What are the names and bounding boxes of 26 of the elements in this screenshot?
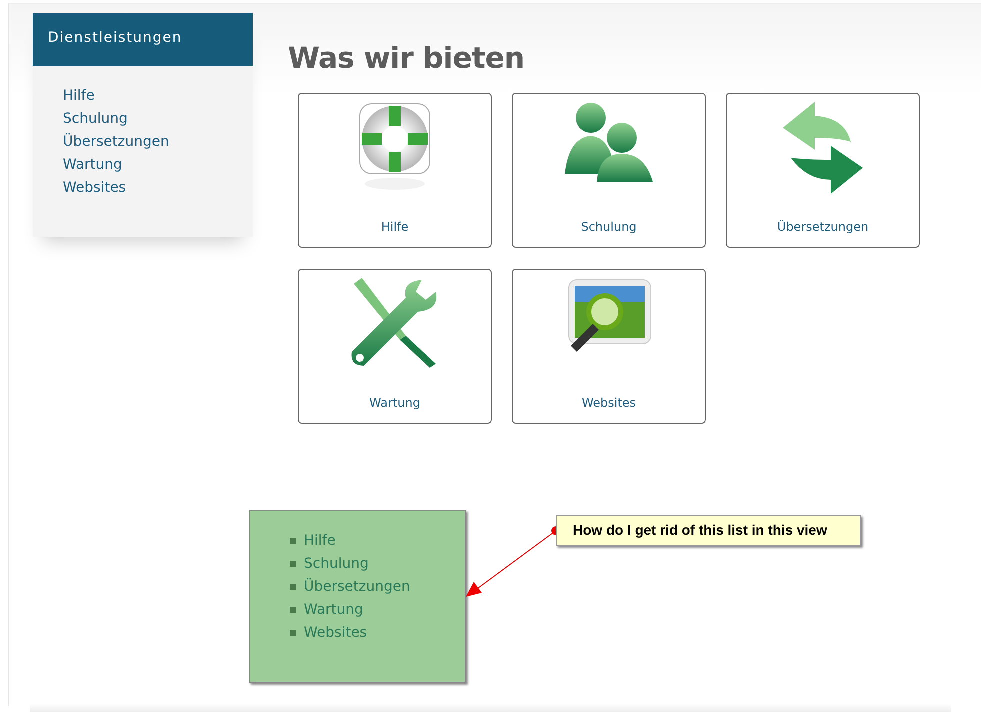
tile-label: Hilfe xyxy=(381,220,409,234)
service-tile[interactable]: Wartung xyxy=(298,269,492,424)
bullet-icon xyxy=(290,561,296,567)
bullet-icon xyxy=(290,607,296,613)
tile-label: Websites xyxy=(582,396,636,410)
service-tile[interactable]: Websites xyxy=(512,269,706,424)
service-tile[interactable]: Übersetzungen xyxy=(726,93,920,248)
service-tile[interactable]: Hilfe xyxy=(298,93,492,248)
tile-label: Übersetzungen xyxy=(777,220,869,234)
sidebar-link[interactable]: Schulung xyxy=(63,111,223,127)
sidebar-link[interactable]: Übersetzungen xyxy=(63,134,223,150)
tile-label: Wartung xyxy=(370,396,420,410)
tile-label: Schulung xyxy=(581,220,637,234)
bullet-icon xyxy=(290,538,296,544)
service-tile[interactable]: Schulung xyxy=(512,93,706,248)
bullet-icon xyxy=(290,584,296,590)
people-icon xyxy=(563,102,655,184)
sidebar-link[interactable]: Websites xyxy=(63,180,223,196)
arrows-icon xyxy=(783,102,863,194)
annotation-callout: How do I get rid of this list in this view xyxy=(556,515,861,546)
bullet-icon xyxy=(290,630,296,636)
sidebar-link[interactable]: Wartung xyxy=(63,157,223,173)
sidebar-title: Dienstleistungen xyxy=(33,13,253,66)
lifebuoy-icon xyxy=(358,102,432,192)
page-heading: Was wir bieten xyxy=(288,41,526,75)
sidebar-link[interactable]: Hilfe xyxy=(63,88,223,104)
